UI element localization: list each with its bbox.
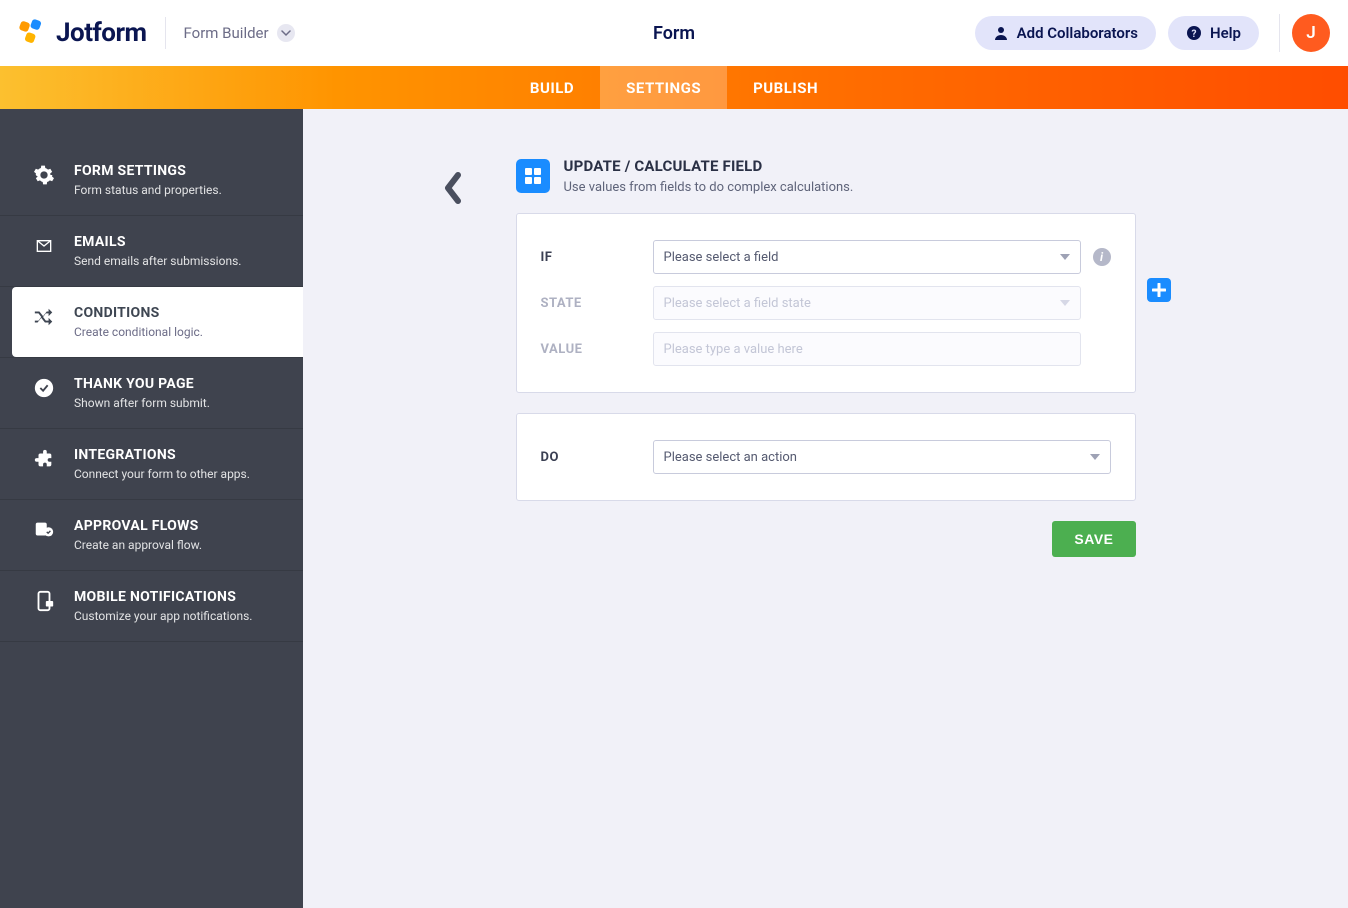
if-field-select[interactable]: Please select a field [653,240,1081,274]
do-label: DO [541,450,641,465]
user-avatar[interactable]: J [1292,14,1330,52]
value-placeholder: Please type a value here [664,342,803,357]
sidebar-item-mobile-notifications[interactable]: MOBILE NOTIFICATIONS Customize your app … [0,571,303,642]
add-collaborators-button[interactable]: Add Collaborators [975,16,1156,50]
puzzle-icon [32,447,56,471]
settings-sidebar: FORM SETTINGS Form status and properties… [0,109,303,908]
if-label: IF [541,250,641,265]
sidebar-item-label: THANK YOU PAGE [74,376,210,392]
sidebar-item-label: FORM SETTINGS [74,163,222,179]
if-panel: IF Please select a field i STATE Please … [516,213,1136,393]
shuffle-icon [32,305,56,329]
sidebar-item-sublabel: Send emails after submissions. [74,254,241,268]
sidebar-item-label: EMAILS [74,234,241,250]
sidebar-item-label: CONDITIONS [74,305,203,321]
if-field-placeholder: Please select a field [664,250,779,265]
sidebar-item-thank-you[interactable]: THANK YOU PAGE Shown after form submit. [0,357,303,429]
value-label: VALUE [541,342,641,357]
avatar-letter: J [1306,23,1315,43]
mobile-icon [32,589,56,613]
brand-name: Jotform [56,18,147,48]
add-rule-button[interactable] [1147,278,1171,302]
sidebar-item-emails[interactable]: EMAILS Send emails after submissions. [0,216,303,287]
state-select[interactable]: Please select a field state [653,286,1081,320]
do-action-select[interactable]: Please select an action [653,440,1111,474]
gear-icon [32,163,56,187]
condition-subtitle: Use values from fields to do complex cal… [564,180,854,195]
value-input[interactable]: Please type a value here [653,332,1081,366]
back-button[interactable] [442,171,464,205]
do-placeholder: Please select an action [664,450,797,465]
state-label: STATE [541,296,641,311]
check-circle-icon [32,376,56,400]
main-content: UPDATE / CALCULATE FIELD Use values from… [303,109,1348,908]
info-icon[interactable]: i [1093,248,1111,266]
divider [165,17,166,49]
brand-mark-icon [18,18,48,48]
calculator-icon [516,159,550,193]
save-button[interactable]: SAVE [1052,521,1135,557]
sidebar-item-approval-flows[interactable]: APPROVAL FLOWS Create an approval flow. [0,500,303,571]
sidebar-item-sublabel: Create an approval flow. [74,538,202,552]
help-label: Help [1210,24,1241,42]
mail-icon [32,234,56,258]
add-collaborators-label: Add Collaborators [1017,24,1138,42]
sidebar-item-integrations[interactable]: INTEGRATIONS Connect your form to other … [0,429,303,500]
sidebar-item-sublabel: Connect your form to other apps. [74,467,250,481]
sidebar-item-sublabel: Form status and properties. [74,183,222,197]
sidebar-item-conditions[interactable]: CONDITIONS Create conditional logic. [12,287,303,357]
condition-title: UPDATE / CALCULATE FIELD [564,157,854,175]
help-button[interactable]: ? Help [1168,16,1259,50]
condition-header: UPDATE / CALCULATE FIELD Use values from… [516,157,1136,195]
sidebar-item-label: MOBILE NOTIFICATIONS [74,589,252,605]
sidebar-item-label: INTEGRATIONS [74,447,250,463]
chevron-down-icon [1060,254,1070,260]
brand-logo[interactable]: Jotform [18,18,147,48]
chevron-down-icon [1090,454,1100,460]
workspace: FORM SETTINGS Form status and properties… [0,109,1348,908]
sidebar-item-sublabel: Create conditional logic. [74,325,203,339]
svg-text:?: ? [1191,29,1196,40]
state-placeholder: Please select a field state [664,296,811,311]
do-panel: DO Please select an action [516,413,1136,501]
app-name: Form Builder [184,24,269,42]
main-tabs: BUILD SETTINGS PUBLISH [0,66,1348,109]
sidebar-item-sublabel: Customize your app notifications. [74,609,252,623]
app-switcher[interactable]: Form Builder [184,24,295,42]
divider [1279,14,1280,52]
chevron-down-icon [277,24,295,42]
tab-settings[interactable]: SETTINGS [600,66,727,109]
tab-publish[interactable]: PUBLISH [727,66,844,109]
sidebar-item-label: APPROVAL FLOWS [74,518,202,534]
person-icon [993,25,1009,41]
top-bar: Jotform Form Builder Form Add Collaborat… [0,0,1348,66]
chevron-down-icon [1060,300,1070,306]
help-icon: ? [1186,25,1202,41]
tab-build[interactable]: BUILD [504,66,600,109]
approval-icon [32,518,56,542]
sidebar-item-form-settings[interactable]: FORM SETTINGS Form status and properties… [0,145,303,216]
sidebar-item-sublabel: Shown after form submit. [74,396,210,410]
